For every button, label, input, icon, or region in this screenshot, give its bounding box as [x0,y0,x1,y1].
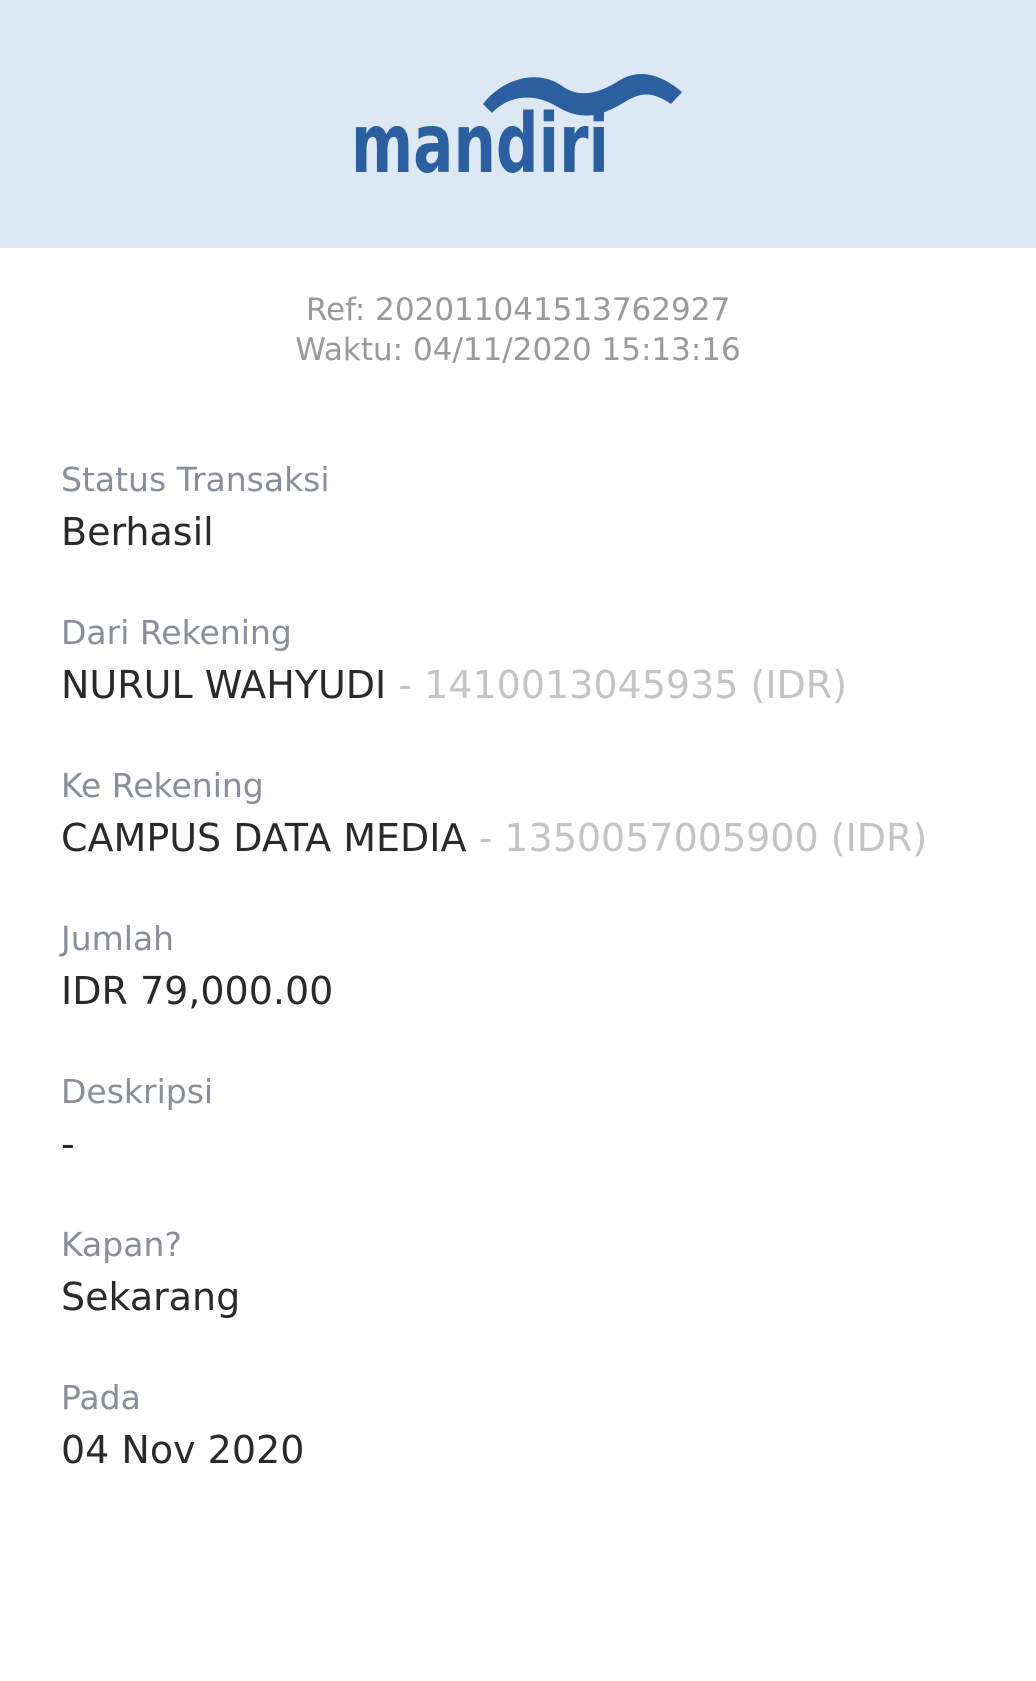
description-value: - [61,1122,75,1166]
receipt-header: mandiri [0,0,1036,248]
description-field: Deskripsi - [61,1067,1021,1220]
from-account-label: Dari Rekening [61,613,292,652]
amount-value: IDR 79,000.00 [61,969,334,1013]
reference-number: Ref: 202011041513762927 [305,292,731,328]
from-account-number: - 1410013045935 (IDR) [386,663,848,707]
description-label: Deskripsi [61,1072,214,1111]
date-label: Pada [61,1378,141,1417]
transaction-time: Waktu: 04/11/2020 15:13:16 [295,332,741,368]
mandiri-wordmark: mandiri [351,97,609,192]
when-field: Kapan? Sekarang [61,1220,1021,1373]
when-label: Kapan? [61,1225,182,1264]
transaction-details: Status Transaksi Berhasil Dari Rekening … [61,455,1021,1526]
to-account-label: Ke Rekening [61,766,264,805]
from-account-value: NURUL WAHYUDI - 1410013045935 (IDR) [61,658,1021,712]
status-label: Status Transaksi [61,460,330,499]
to-account-number: - 1350057005900 (IDR) [466,816,928,860]
from-account-name: NURUL WAHYUDI [61,663,387,707]
to-account-value: CAMPUS DATA MEDIA - 1350057005900 (IDR) [61,811,1021,865]
mandiri-logo: mandiri [351,73,682,192]
to-account-field: Ke Rekening CAMPUS DATA MEDIA - 13500570… [61,761,1021,914]
date-field: Pada 04 Nov 2020 [61,1373,1021,1526]
status-value: Berhasil [61,510,214,554]
status-field: Status Transaksi Berhasil [61,455,1021,608]
transaction-meta: Ref: 202011041513762927 Waktu: 04/11/202… [0,290,1036,370]
amount-label: Jumlah [61,919,175,958]
amount-field: Jumlah IDR 79,000.00 [61,914,1021,1067]
date-value: 04 Nov 2020 [61,1428,305,1472]
from-account-field: Dari Rekening NURUL WAHYUDI - 1410013045… [61,608,1021,761]
when-value: Sekarang [61,1275,241,1319]
to-account-name: CAMPUS DATA MEDIA [61,816,467,860]
